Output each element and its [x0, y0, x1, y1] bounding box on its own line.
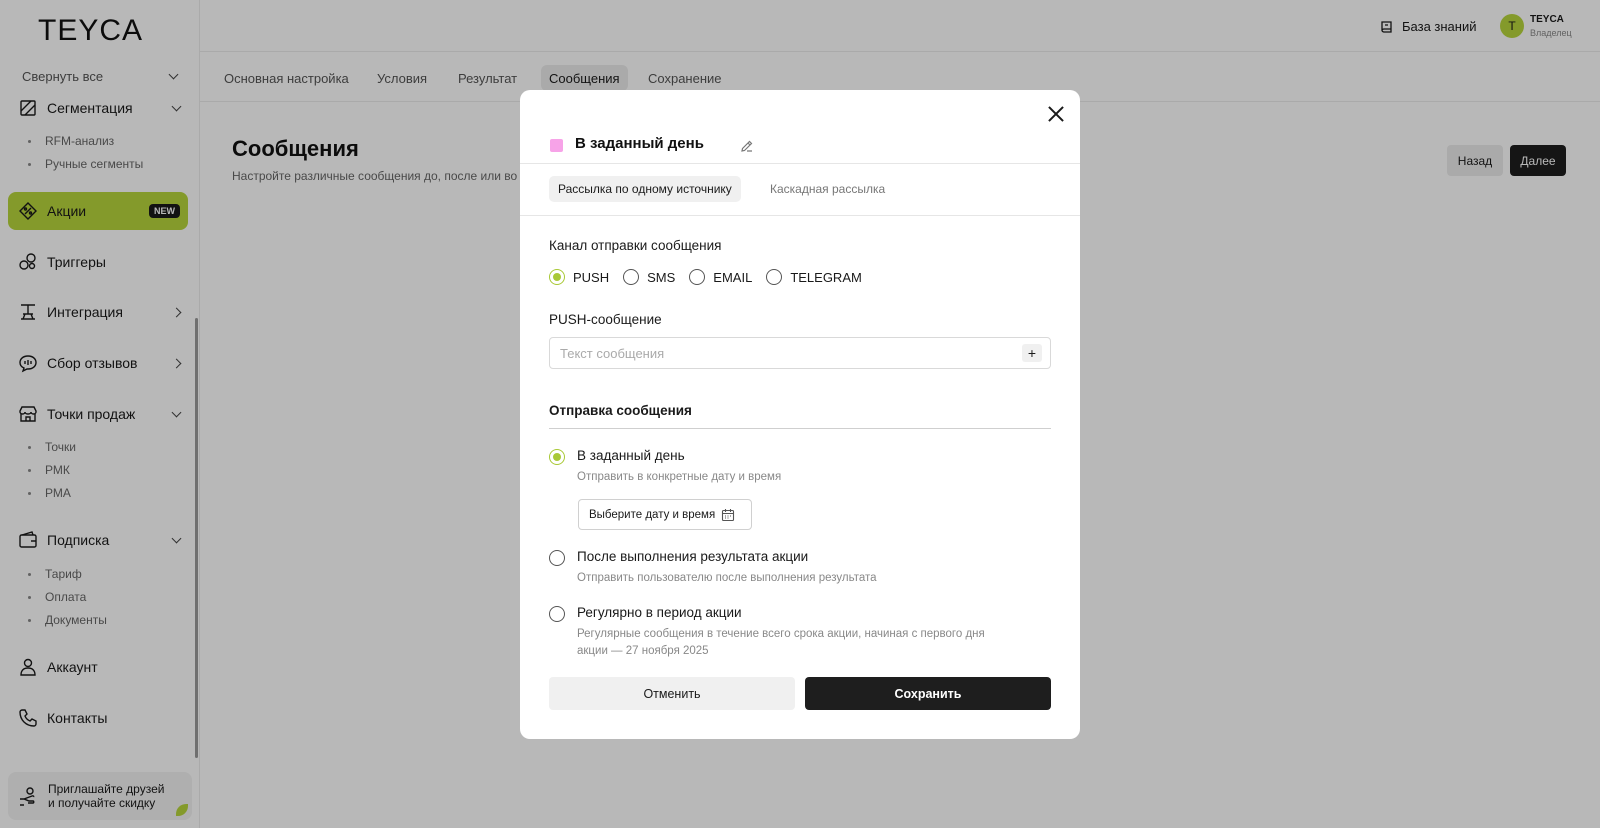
plus-icon: +	[1027, 345, 1037, 361]
save-button[interactable]: Сохранить	[805, 677, 1051, 710]
radio-unchecked-icon	[549, 606, 565, 622]
radio-unchecked-icon	[549, 550, 565, 566]
calendar-icon	[722, 508, 735, 521]
channel-radio-group: PUSH SMS EMAIL TELEGRAM	[549, 269, 876, 285]
channel-push[interactable]: PUSH	[549, 269, 609, 285]
channel-email[interactable]: EMAIL	[689, 269, 752, 285]
radio-checked-icon	[549, 449, 565, 465]
divider	[549, 428, 1051, 429]
radio-unchecked-icon	[766, 269, 783, 285]
tab-single-source[interactable]: Рассылка по одному источнику	[549, 176, 741, 202]
channel-telegram[interactable]: TELEGRAM	[766, 269, 862, 285]
message-color-swatch[interactable]	[550, 139, 563, 152]
send-option-on-date[interactable]: В заданный день Отправить в конкретные д…	[549, 448, 1017, 486]
send-section-title: Отправка сообщения	[549, 403, 692, 418]
push-message-label: PUSH-сообщение	[549, 312, 662, 327]
push-message-field: +	[549, 337, 1051, 369]
pencil-icon[interactable]	[740, 139, 754, 153]
radio-unchecked-icon	[623, 269, 640, 285]
radio-checked-icon	[549, 269, 565, 285]
close-icon[interactable]	[1048, 106, 1064, 122]
modal-title: В заданный день	[575, 135, 704, 152]
add-variable-button[interactable]: +	[1022, 344, 1042, 362]
cancel-button[interactable]: Отменить	[549, 677, 795, 710]
send-option-regular[interactable]: Регулярно в период акции Регулярные сооб…	[549, 605, 1017, 660]
message-modal: В заданный день Рассылка по одному источ…	[520, 90, 1080, 739]
push-message-input[interactable]	[550, 338, 990, 368]
channel-sms[interactable]: SMS	[623, 269, 675, 285]
tab-cascade[interactable]: Каскадная рассылка	[761, 176, 894, 202]
channel-label: Канал отправки сообщения	[549, 238, 722, 253]
radio-unchecked-icon	[689, 269, 706, 285]
send-option-after-result[interactable]: После выполнения результата акции Отправ…	[549, 549, 1017, 587]
date-time-picker[interactable]: Выберите дату и время	[578, 499, 752, 530]
divider	[520, 163, 1080, 164]
divider	[520, 215, 1080, 216]
